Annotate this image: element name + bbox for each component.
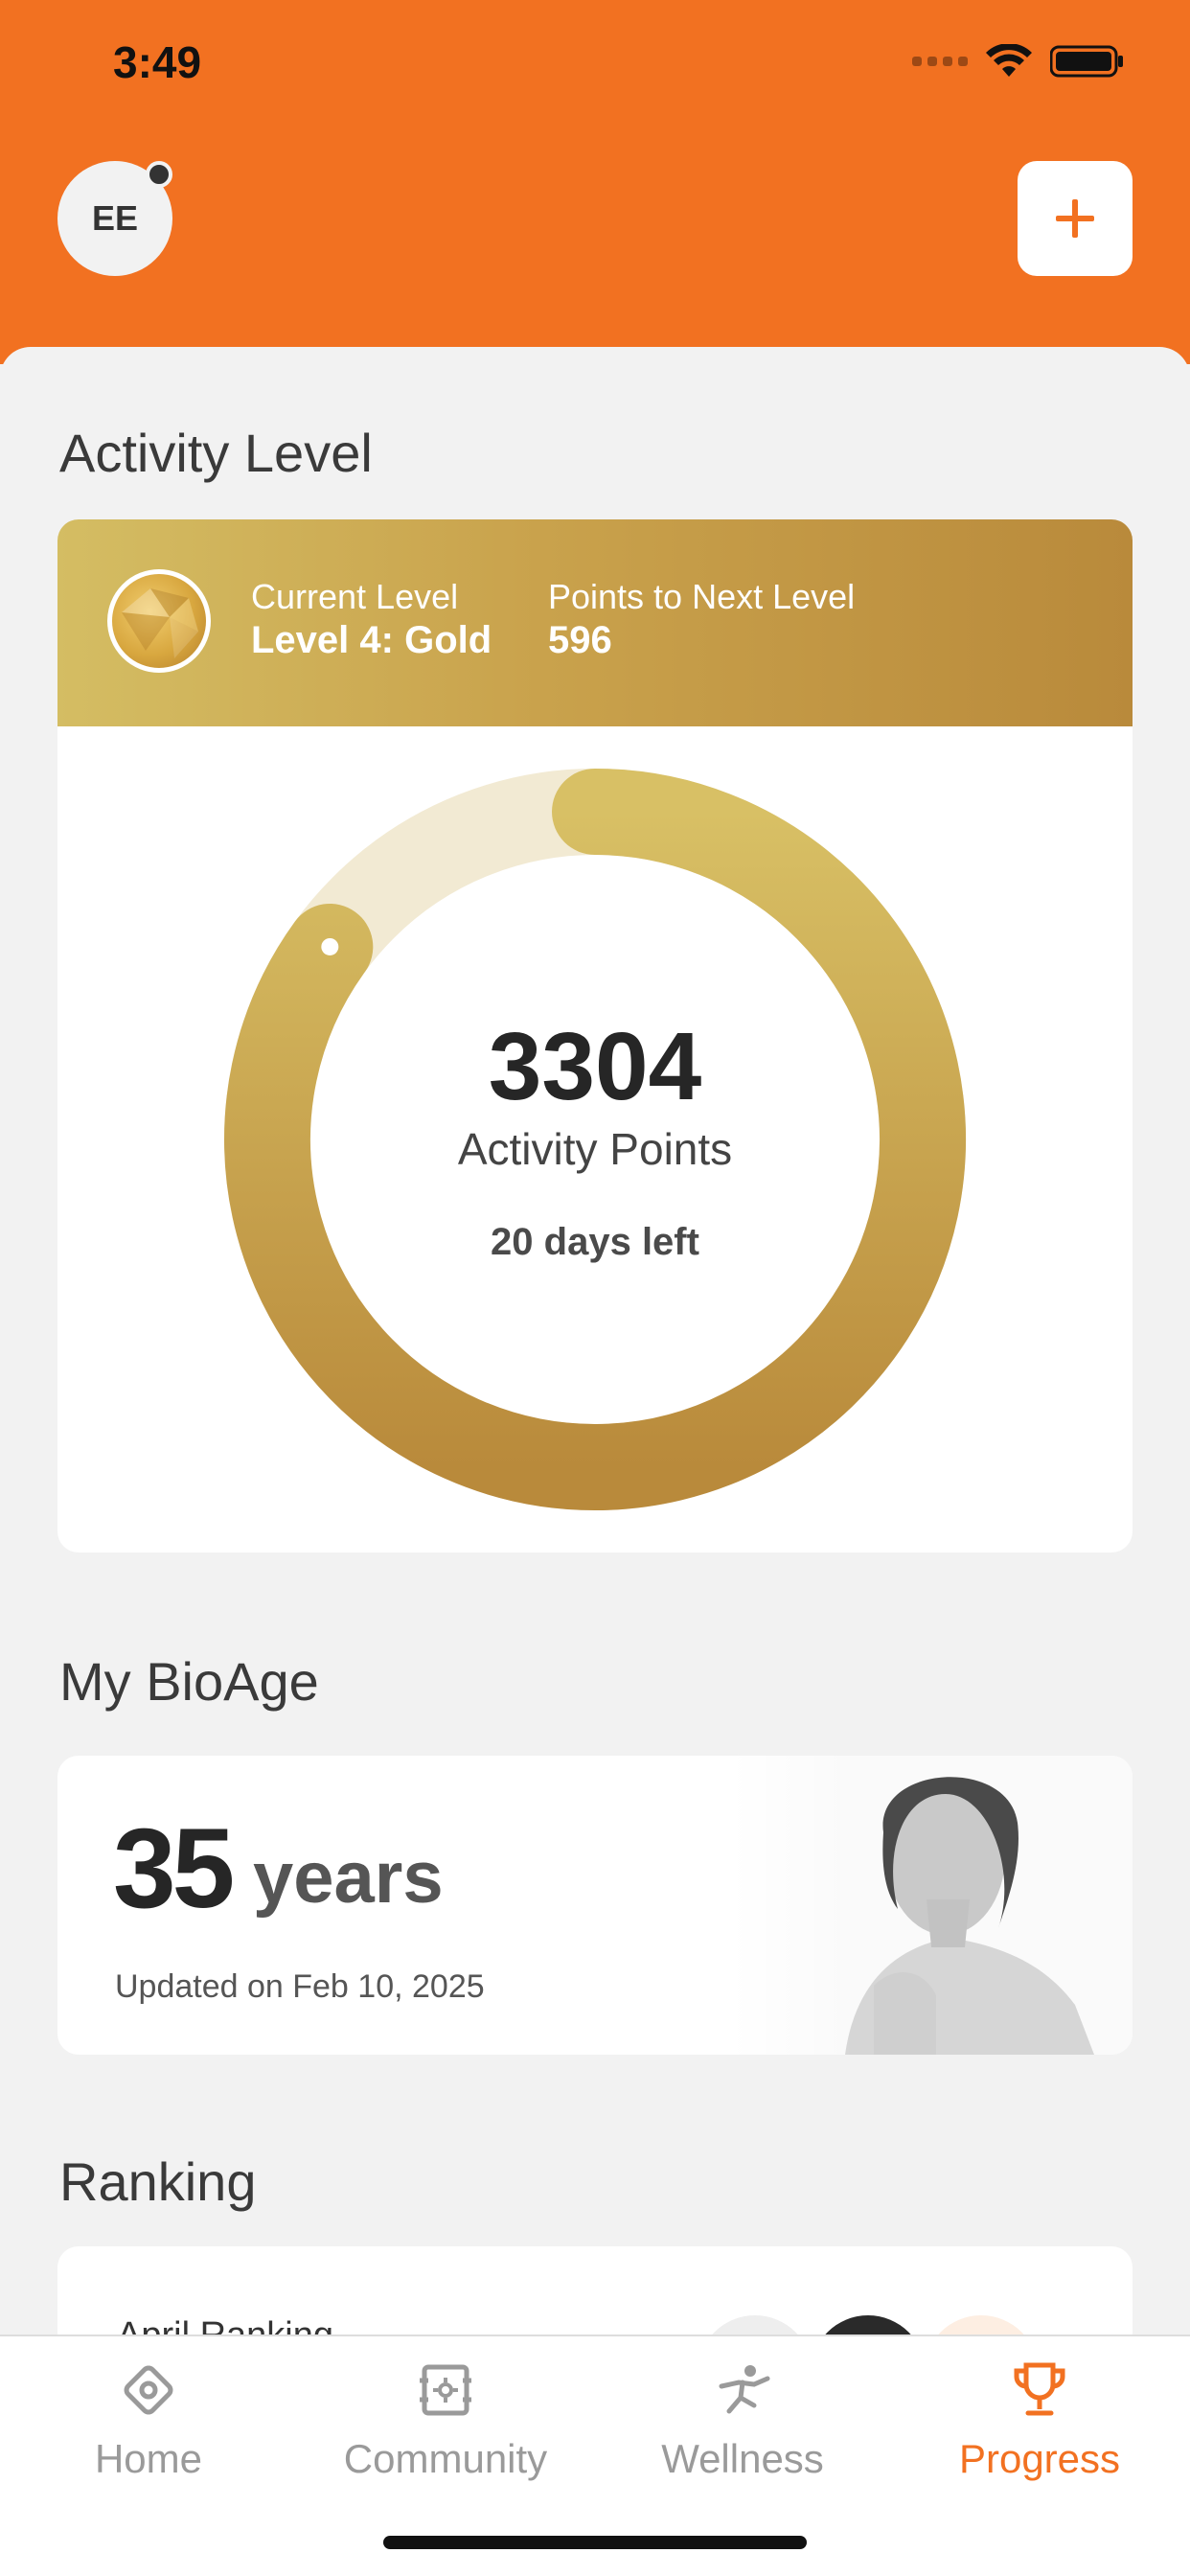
notification-dot bbox=[146, 161, 172, 188]
activity-section-title: Activity Level bbox=[59, 423, 373, 483]
activity-points-value: 3304 bbox=[488, 1013, 702, 1120]
plus-icon bbox=[1056, 199, 1094, 238]
add-button[interactable] bbox=[1018, 161, 1133, 276]
points-next-value: 596 bbox=[548, 619, 612, 661]
status-time: 3:49 bbox=[113, 37, 202, 87]
bioage-value: 35 bbox=[113, 1806, 235, 1932]
activity-points-label: Activity Points bbox=[457, 1124, 733, 1174]
home-icon bbox=[114, 2356, 183, 2425]
wellness-icon bbox=[708, 2356, 777, 2425]
bioage-updated-date: Updated on Feb 10, 2025 bbox=[115, 1968, 485, 2005]
community-icon bbox=[411, 2356, 480, 2425]
gold-medal-icon bbox=[107, 569, 211, 673]
current-level-label: Current Level bbox=[251, 577, 459, 616]
days-left-label: 20 days left bbox=[491, 1221, 699, 1263]
tab-community[interactable]: Community bbox=[297, 2350, 594, 2503]
points-next-label: Points to Next Level bbox=[548, 577, 856, 616]
tab-home[interactable]: Home bbox=[0, 2350, 297, 2503]
bioage-section-title: My BioAge bbox=[59, 1651, 319, 1712]
home-indicator bbox=[383, 2536, 807, 2549]
tab-progress-label: Progress bbox=[958, 2436, 1121, 2481]
tab-progress[interactable]: Progress bbox=[891, 2350, 1188, 2503]
battery-icon bbox=[1050, 45, 1123, 78]
progress-ring-end-dot bbox=[321, 937, 339, 955]
tab-wellness[interactable]: Wellness bbox=[594, 2350, 891, 2503]
ranking-section-title: Ranking bbox=[59, 2151, 257, 2212]
level-header: Current Level Level 4: Gold Points to Ne… bbox=[57, 519, 1133, 726]
tab-home-label: Home bbox=[94, 2436, 203, 2481]
cellular-signal-icon bbox=[912, 57, 968, 66]
tab-wellness-label: Wellness bbox=[661, 2436, 824, 2481]
status-icons bbox=[912, 44, 1125, 79]
activity-level-card[interactable]: Current Level Level 4: Gold Points to Ne… bbox=[57, 519, 1133, 1552]
wifi-icon bbox=[986, 44, 1032, 77]
top-header-bar: 3:49 EE bbox=[0, 0, 1190, 364]
bioage-card[interactable]: 35 years Updated on Feb 10, 2025 bbox=[57, 1756, 1133, 2055]
trophy-icon bbox=[1005, 2356, 1074, 2425]
tab-community-label: Community bbox=[343, 2436, 548, 2481]
current-level-value: Level 4: Gold bbox=[251, 619, 492, 661]
bioage-unit: years bbox=[253, 1837, 444, 1919]
athlete-photo bbox=[730, 1756, 1133, 2055]
